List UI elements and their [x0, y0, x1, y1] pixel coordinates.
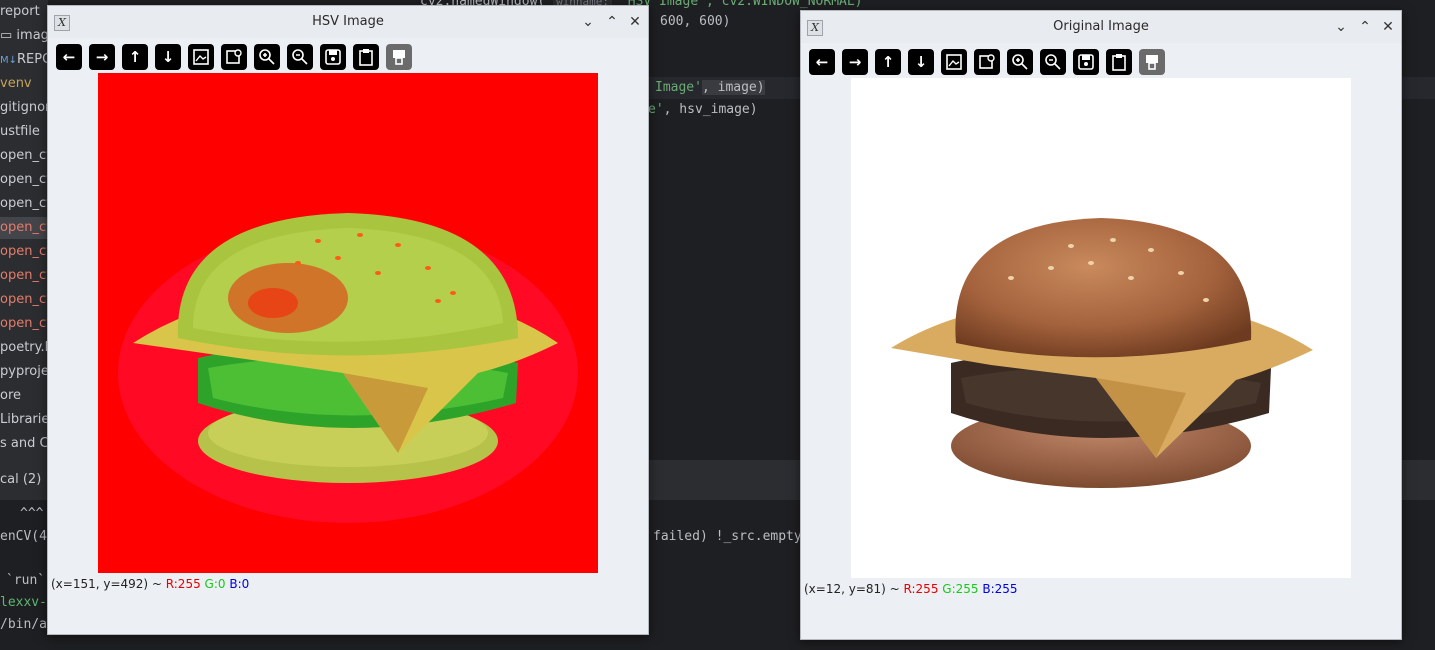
- fit-image-icon[interactable]: [188, 44, 214, 70]
- zoom-in-icon[interactable]: [1007, 49, 1033, 75]
- window-title: HSV Image: [312, 14, 384, 29]
- title-bar[interactable]: X HSV Image ⌄ ⌃ ✕: [48, 6, 648, 38]
- save-icon[interactable]: [1073, 49, 1099, 75]
- code-text: , image): [701, 80, 765, 95]
- terminal-line: lexxv-: [0, 595, 47, 610]
- window-title: Original Image: [1053, 19, 1149, 34]
- save-icon[interactable]: [320, 44, 346, 70]
- close-button[interactable]: ✕: [625, 12, 645, 32]
- tree-item[interactable]: s and Co: [0, 433, 48, 455]
- tree-item[interactable]: pyproje: [0, 361, 48, 383]
- minimize-button[interactable]: ⌄: [578, 12, 598, 32]
- maximize-button[interactable]: ⌃: [602, 12, 622, 32]
- tree-item[interactable]: open_cv: [0, 289, 48, 311]
- terminal-line: `run`: [6, 573, 46, 588]
- tree-item[interactable]: open_cv: [0, 193, 48, 215]
- status-bar: (x=12, y=81) ~ R:255 G:255 B:255: [804, 582, 1018, 596]
- original-image-window[interactable]: X Original Image ⌄ ⌃ ✕ ← → ↑ ↓ (x=12, y=…: [800, 10, 1402, 640]
- clipboard-icon[interactable]: [353, 44, 379, 70]
- markdown-icon: M↓: [0, 55, 18, 66]
- tree-item[interactable]: open_cv: [0, 313, 48, 335]
- arrow-down-icon[interactable]: ↓: [908, 49, 934, 75]
- arrow-left-icon[interactable]: ←: [809, 49, 835, 75]
- pixel-g-value: G:255: [942, 582, 979, 596]
- pixel-b-value: B:0: [229, 577, 250, 591]
- terminal-line: failed) !_src.empty: [653, 529, 802, 544]
- pixel-g-value: G:0: [204, 577, 226, 591]
- tree-item[interactable]: ore: [0, 385, 21, 407]
- tree-item-label: imag: [16, 28, 48, 43]
- tree-item[interactable]: poetry.l: [0, 337, 48, 359]
- close-button[interactable]: ✕: [1378, 17, 1398, 37]
- zoom-out-icon[interactable]: [1040, 49, 1066, 75]
- tree-item[interactable]: Libraries: [0, 409, 48, 431]
- code-text: Image': [655, 80, 702, 95]
- tree-item[interactable]: open_cv: [0, 169, 48, 191]
- terminal-line: ^^^: [20, 506, 44, 521]
- folder-icon: ▭: [0, 28, 17, 43]
- arrow-left-icon[interactable]: ←: [56, 44, 82, 70]
- pixel-r-value: R:255: [165, 577, 201, 591]
- tree-item[interactable]: ustfile: [0, 121, 40, 143]
- hsv-image-canvas[interactable]: [98, 73, 598, 573]
- tree-item[interactable]: open_cv: [0, 241, 48, 263]
- terminal-line: enCV(4: [0, 529, 47, 544]
- tree-item-label: REPO: [17, 52, 48, 67]
- arrow-right-icon[interactable]: →: [842, 49, 868, 75]
- minimize-button[interactable]: ⌄: [1331, 17, 1351, 37]
- arrow-up-icon[interactable]: ↑: [122, 44, 148, 70]
- status-bar: (x=151, y=492) ~ R:255 G:0 B:0: [51, 577, 249, 591]
- cursor-coords: (x=151, y=492) ~: [51, 577, 166, 591]
- code-line: 600, 600): [660, 14, 731, 29]
- original-burger-image: [851, 78, 1351, 578]
- tree-item[interactable]: gitignor: [0, 97, 48, 119]
- cursor-coords: (x=12, y=81) ~: [804, 582, 904, 596]
- pixel-r-value: R:255: [903, 582, 939, 596]
- original-image-canvas[interactable]: [851, 78, 1351, 578]
- tree-item[interactable]: ▭ imag: [0, 25, 48, 47]
- image-search-icon[interactable]: [221, 44, 247, 70]
- arrow-down-icon[interactable]: ↓: [155, 44, 181, 70]
- tree-item[interactable]: report: [0, 1, 40, 23]
- hsv-image-window[interactable]: X HSV Image ⌄ ⌃ ✕ ← → ↑ ↓ (x=151, y=492)…: [47, 5, 649, 635]
- code-line: Image', image): [655, 80, 765, 95]
- tree-item-selected[interactable]: open_cv: [0, 217, 48, 239]
- code-text: 'HSV Image', cv2.WINDOW_NORMAL): [619, 0, 863, 9]
- properties-icon[interactable]: [386, 44, 412, 70]
- code-text: e': [648, 102, 664, 117]
- code-text: , hsv_image): [663, 102, 758, 117]
- fit-image-icon[interactable]: [941, 49, 967, 75]
- tree-item[interactable]: M↓REPO: [0, 49, 48, 71]
- ide-project-tree: report ▭ imag M↓REPO venv gitignor ustfi…: [0, 0, 48, 470]
- code-line: e', hsv_image): [648, 102, 758, 117]
- clipboard-icon[interactable]: [1106, 49, 1132, 75]
- zoom-in-icon[interactable]: [254, 44, 280, 70]
- maximize-button[interactable]: ⌃: [1355, 17, 1375, 37]
- title-bar[interactable]: X Original Image ⌄ ⌃ ✕: [801, 11, 1401, 43]
- tree-item[interactable]: venv: [0, 73, 32, 95]
- properties-icon[interactable]: [1139, 49, 1165, 75]
- tree-item[interactable]: open_cv: [0, 145, 48, 167]
- pixel-b-value: B:255: [982, 582, 1018, 596]
- tab-local-changes[interactable]: cal (2): [0, 472, 41, 487]
- arrow-up-icon[interactable]: ↑: [875, 49, 901, 75]
- hsv-burger-image: [98, 73, 598, 573]
- zoom-out-icon[interactable]: [287, 44, 313, 70]
- image-search-icon[interactable]: [974, 49, 1000, 75]
- tree-item[interactable]: open_cv: [0, 265, 48, 287]
- arrow-right-icon[interactable]: →: [89, 44, 115, 70]
